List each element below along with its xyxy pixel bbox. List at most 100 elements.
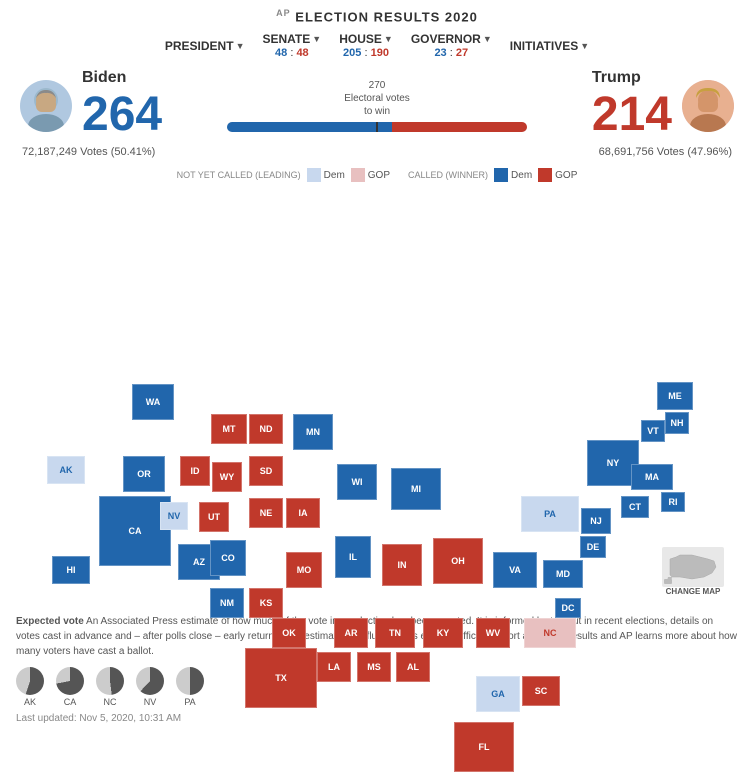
- state-tile-ne[interactable]: NE: [249, 498, 283, 528]
- last-updated: Last updated: Nov 5, 2020, 10:31 AM: [0, 711, 754, 730]
- nav-initiatives[interactable]: INITIATIVES ▼: [510, 32, 589, 59]
- state-tile-mn[interactable]: MN: [293, 414, 333, 450]
- state-tile-ut[interactable]: UT: [199, 502, 229, 532]
- state-tile-sc[interactable]: SC: [522, 676, 560, 706]
- state-tile-id[interactable]: ID: [180, 456, 210, 486]
- state-tile-wy[interactable]: WY: [212, 462, 242, 492]
- trump-section: Trump 214: [592, 69, 734, 142]
- page-title: AP ELECTION RESULTS 2020: [0, 8, 754, 24]
- state-tile-ga[interactable]: GA: [476, 676, 520, 712]
- nav-president[interactable]: PRESIDENT ▼: [165, 32, 245, 59]
- state-tile-vt[interactable]: VT: [641, 420, 665, 442]
- nav-house-group: HOUSE ▼ 205 : 190: [339, 32, 393, 59]
- pie-chart-pa: [176, 667, 204, 695]
- state-tile-sd[interactable]: SD: [249, 456, 283, 486]
- rep-called-swatch: [538, 168, 552, 182]
- state-tile-md[interactable]: MD: [543, 560, 583, 588]
- progress-section: 270Electoral votesto win: [227, 79, 527, 132]
- pie-chart-nv: [136, 667, 164, 695]
- state-tile-co[interactable]: CO: [210, 540, 246, 576]
- state-tile-ma[interactable]: MA: [631, 464, 673, 490]
- house-score: 205 : 190: [343, 47, 389, 59]
- chevron-down-icon: ▼: [483, 34, 492, 44]
- state-tile-mt[interactable]: MT: [211, 414, 247, 444]
- state-tile-wi[interactable]: WI: [337, 464, 377, 500]
- state-tile-tn[interactable]: TN: [375, 618, 415, 648]
- dem-leading-swatch: [307, 168, 321, 182]
- trump-avatar: [682, 80, 734, 132]
- state-tile-wa[interactable]: WA: [132, 384, 174, 420]
- state-tile-nj[interactable]: NJ: [581, 508, 611, 534]
- state-tile-ar[interactable]: AR: [334, 618, 368, 648]
- biden-ev: 264: [82, 87, 162, 142]
- biden-section: Biden 264: [20, 69, 162, 142]
- legend: NOT YET CALLED (LEADING) Dem GOP CALLED …: [0, 162, 754, 186]
- state-tile-va[interactable]: VA: [493, 552, 537, 588]
- chevron-down-icon: ▼: [384, 34, 393, 44]
- biden-info: Biden 264: [82, 69, 162, 142]
- trump-ev: 214: [592, 87, 672, 142]
- senate-score: 48 : 48: [275, 47, 309, 59]
- state-tile-fl[interactable]: FL: [454, 722, 514, 772]
- state-tile-nd[interactable]: ND: [249, 414, 283, 444]
- state-tile-ak[interactable]: AK: [47, 456, 85, 484]
- state-tile-hi[interactable]: HI: [52, 556, 90, 584]
- state-tile-pa[interactable]: PA: [521, 496, 579, 532]
- state-tile-mi[interactable]: MI: [391, 468, 441, 510]
- us-mini-map-icon: [662, 547, 724, 587]
- pie-nv: NV: [136, 667, 164, 707]
- state-tile-ky[interactable]: KY: [423, 618, 463, 648]
- state-tile-nc[interactable]: NC: [524, 618, 576, 648]
- nav-governor[interactable]: GOVERNOR ▼: [411, 32, 492, 46]
- nav-senate[interactable]: SENATE ▼: [262, 32, 321, 46]
- scoreboard: Biden 264 270Electoral votesto win Trump…: [0, 63, 754, 146]
- state-tile-mo[interactable]: MO: [286, 552, 322, 588]
- chevron-down-icon: ▼: [580, 41, 589, 51]
- ap-label: AP: [276, 8, 291, 18]
- change-map-button[interactable]: CHANGE MAP: [662, 547, 724, 596]
- state-tile-al[interactable]: AL: [396, 652, 430, 682]
- state-tile-wv[interactable]: WV: [476, 618, 510, 648]
- state-tile-la[interactable]: LA: [317, 652, 351, 682]
- nav-senate-group: SENATE ▼ 48 : 48: [262, 32, 321, 59]
- change-map-label: CHANGE MAP: [666, 587, 721, 596]
- trump-name: Trump: [592, 69, 672, 87]
- nav-governor-group: GOVERNOR ▼ 23 : 27: [411, 32, 492, 59]
- state-tile-dc[interactable]: DC: [555, 598, 581, 618]
- state-tile-in[interactable]: IN: [382, 544, 422, 586]
- pie-ca: CA: [56, 667, 84, 707]
- state-tile-ct[interactable]: CT: [621, 496, 649, 518]
- pie-ak: AK: [16, 667, 44, 707]
- chevron-down-icon: ▼: [312, 34, 321, 44]
- dem-called-swatch: [494, 168, 508, 182]
- state-tile-ok[interactable]: OK: [272, 618, 306, 648]
- map-area: AKHIWAORCAIDNVAZMTWYUTCONMNDSDNEKSMNIAMO…: [0, 186, 754, 606]
- state-tile-ks[interactable]: KS: [249, 588, 283, 618]
- legend-rep-leading: GOP: [351, 168, 390, 182]
- biden-total-votes: 72,187,249 Votes (50.41%): [22, 146, 155, 158]
- state-tile-il[interactable]: IL: [335, 536, 371, 578]
- pie-pa: PA: [176, 667, 204, 707]
- state-tile-de[interactable]: DE: [580, 536, 606, 558]
- state-tile-nv[interactable]: NV: [160, 502, 188, 530]
- state-tile-ri[interactable]: RI: [661, 492, 685, 512]
- governor-score: 23 : 27: [434, 47, 468, 59]
- state-tile-ia[interactable]: IA: [286, 498, 320, 528]
- state-tile-nh[interactable]: NH: [665, 412, 689, 434]
- chevron-down-icon: ▼: [236, 41, 245, 51]
- nav-bar: PRESIDENT ▼ SENATE ▼ 48 : 48 HOUSE ▼ 205…: [0, 28, 754, 63]
- header: AP ELECTION RESULTS 2020: [0, 0, 754, 28]
- state-tile-ms[interactable]: MS: [357, 652, 391, 682]
- electoral-label: 270Electoral votesto win: [227, 79, 527, 118]
- state-tile-me[interactable]: ME: [657, 382, 693, 410]
- progress-dem-bar: [227, 122, 392, 132]
- state-tile-nm[interactable]: NM: [210, 588, 244, 618]
- state-tile-tx[interactable]: TX: [245, 648, 317, 708]
- progress-rep-bar: [392, 122, 527, 132]
- state-tile-oh[interactable]: OH: [433, 538, 483, 584]
- nav-house[interactable]: HOUSE ▼: [339, 32, 393, 46]
- vote-totals-row: 72,187,249 Votes (50.41%) 68,691,756 Vot…: [0, 146, 754, 162]
- state-tile-or[interactable]: OR: [123, 456, 165, 492]
- trump-info: Trump 214: [592, 69, 672, 142]
- biden-avatar: [20, 80, 72, 132]
